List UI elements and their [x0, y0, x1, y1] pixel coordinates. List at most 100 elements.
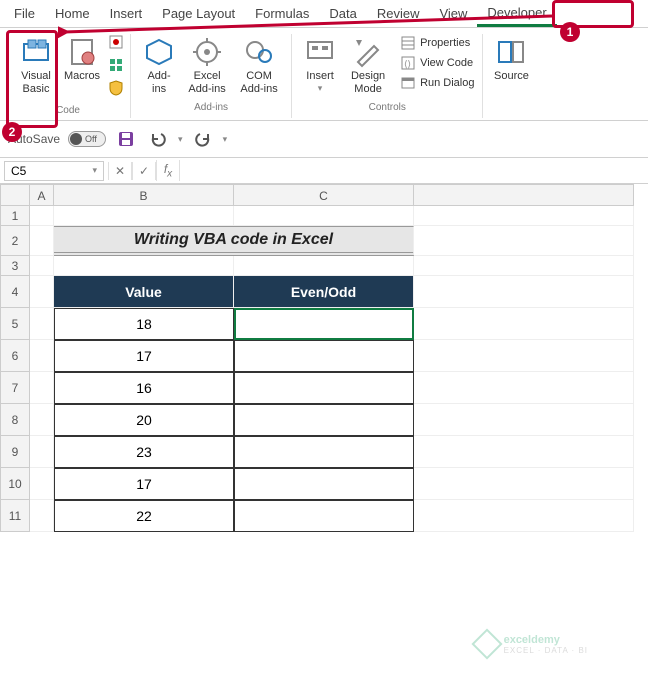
table-header-evenodd[interactable]: Even/Odd [234, 276, 414, 308]
cell[interactable] [30, 500, 54, 532]
row-header[interactable]: 4 [0, 276, 30, 308]
cell[interactable] [414, 468, 634, 500]
formula-input[interactable] [180, 169, 648, 173]
row-header[interactable]: 6 [0, 340, 30, 372]
grid: 1 2 Writing VBA code in Excel 3 4 Value … [0, 206, 648, 532]
cell[interactable] [414, 404, 634, 436]
tab-data[interactable]: Data [319, 2, 366, 25]
row-header[interactable]: 11 [0, 500, 30, 532]
tab-review[interactable]: Review [367, 2, 430, 25]
chevron-down-icon[interactable]: ▾ [178, 134, 183, 145]
row-header[interactable]: 9 [0, 436, 30, 468]
macros-button[interactable]: Macros [60, 34, 104, 85]
com-addins-button[interactable]: COM Add-ins [233, 34, 285, 98]
cell[interactable] [414, 500, 634, 532]
active-cell[interactable] [234, 308, 414, 340]
cell[interactable] [414, 340, 634, 372]
macro-security-icon[interactable] [108, 80, 124, 101]
autosave-toggle[interactable]: Off [68, 131, 106, 147]
tab-developer[interactable]: Developer [477, 1, 556, 27]
row-header[interactable]: 1 [0, 206, 30, 226]
cancel-formula-button[interactable]: ✕ [108, 162, 132, 180]
table-cell[interactable]: 16 [54, 372, 234, 404]
cell[interactable] [30, 256, 54, 276]
cell[interactable] [30, 372, 54, 404]
excel-addins-button[interactable]: Excel Add-ins [181, 34, 233, 98]
cell[interactable] [234, 256, 414, 276]
tab-insert[interactable]: Insert [100, 2, 153, 25]
chevron-down-icon[interactable]: ▾ [223, 134, 228, 145]
cell[interactable] [54, 206, 234, 226]
col-header-C[interactable]: C [234, 184, 414, 206]
table-cell[interactable]: 17 [54, 340, 234, 372]
cell[interactable] [234, 206, 414, 226]
col-header-B[interactable]: B [54, 184, 234, 206]
table-cell[interactable] [234, 468, 414, 500]
cell[interactable] [414, 372, 634, 404]
row-header[interactable]: 2 [0, 226, 30, 256]
tab-view[interactable]: View [429, 2, 477, 25]
cell[interactable] [30, 436, 54, 468]
col-header-rest[interactable] [414, 184, 634, 206]
formula-bar: C5 ▾ ✕ ✓ fx [0, 158, 648, 184]
tab-formulas[interactable]: Formulas [245, 2, 319, 25]
tab-page-layout[interactable]: Page Layout [152, 2, 245, 25]
table-cell[interactable] [234, 436, 414, 468]
redo-button[interactable] [191, 127, 215, 151]
row-header[interactable]: 8 [0, 404, 30, 436]
name-box[interactable]: C5 ▾ [4, 161, 104, 181]
use-relative-icon[interactable] [108, 57, 124, 78]
row-header[interactable]: 10 [0, 468, 30, 500]
cell[interactable] [30, 468, 54, 500]
cell[interactable] [54, 256, 234, 276]
cell[interactable] [30, 226, 54, 256]
table-cell[interactable] [234, 500, 414, 532]
undo-button[interactable] [146, 127, 170, 151]
table-header-value[interactable]: Value [54, 276, 234, 308]
table-cell[interactable] [234, 340, 414, 372]
com-addins-label: COM Add-ins [237, 70, 281, 96]
properties-button[interactable]: Properties [398, 34, 476, 52]
table-cell[interactable]: 20 [54, 404, 234, 436]
select-all-corner[interactable] [0, 184, 30, 206]
watermark-icon [471, 628, 502, 659]
visual-basic-button[interactable]: Visual Basic [12, 34, 60, 98]
cell[interactable] [414, 308, 634, 340]
tab-home[interactable]: Home [45, 2, 100, 25]
row-header[interactable]: 3 [0, 256, 30, 276]
col-header-A[interactable]: A [30, 184, 54, 206]
cell[interactable] [30, 308, 54, 340]
cell[interactable] [30, 276, 54, 308]
cell[interactable] [414, 226, 634, 256]
accept-formula-button[interactable]: ✓ [132, 162, 156, 180]
cell[interactable] [414, 256, 634, 276]
cell[interactable] [414, 276, 634, 308]
cell[interactable] [414, 206, 634, 226]
cell[interactable] [30, 206, 54, 226]
record-macro-icon[interactable] [108, 34, 124, 55]
sheet-title[interactable]: Writing VBA code in Excel [54, 226, 414, 256]
design-mode-button[interactable]: Design Mode [342, 34, 394, 98]
table-cell[interactable]: 23 [54, 436, 234, 468]
view-code-button[interactable]: ⟨⟩ View Code [398, 54, 476, 72]
tab-file[interactable]: File [4, 2, 45, 25]
addins-button[interactable]: Add-ins [137, 34, 181, 98]
save-button[interactable] [114, 127, 138, 151]
cell[interactable] [30, 404, 54, 436]
row-header[interactable]: 5 [0, 308, 30, 340]
table-cell[interactable]: 17 [54, 468, 234, 500]
cell[interactable] [414, 436, 634, 468]
fx-button[interactable]: fx [156, 160, 180, 181]
table-cell[interactable] [234, 372, 414, 404]
insert-control-button[interactable]: Insert ▾ [298, 34, 342, 96]
run-dialog-button[interactable]: Run Dialog [398, 74, 476, 92]
row-header[interactable]: 7 [0, 372, 30, 404]
table-cell[interactable]: 22 [54, 500, 234, 532]
quick-access-toolbar: AutoSave Off ▾ ▾ [0, 121, 648, 158]
source-button[interactable]: Source [489, 34, 533, 85]
table-cell[interactable]: 18 [54, 308, 234, 340]
callout-badge-1: 1 [560, 22, 580, 42]
watermark-brand: exceldemy [504, 634, 588, 646]
cell[interactable] [30, 340, 54, 372]
table-cell[interactable] [234, 404, 414, 436]
